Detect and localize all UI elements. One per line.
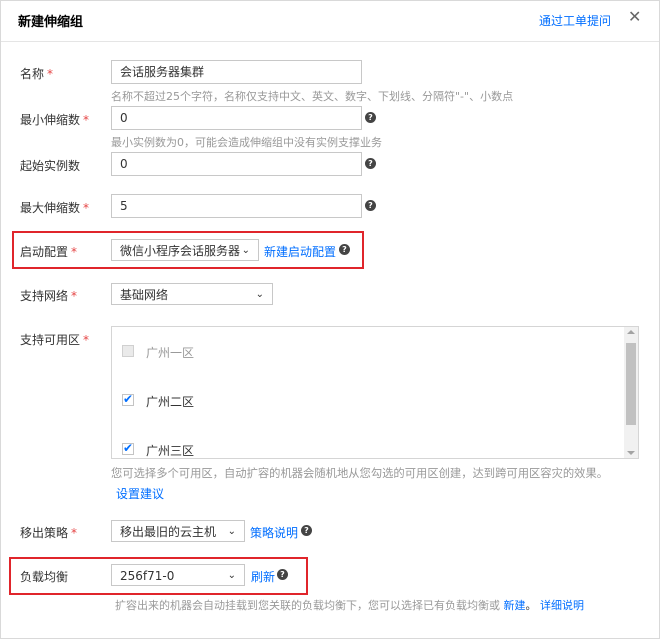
detail-explanation-link[interactable]: 详细说明 xyxy=(540,599,584,612)
required-mark: * xyxy=(71,245,78,259)
dialog-title: 新建伸缩组 xyxy=(18,15,84,30)
question-icon[interactable]: ? xyxy=(339,244,350,255)
network-value: 基础网络 xyxy=(120,288,169,302)
zones-label: 支持可用区 * xyxy=(20,333,90,347)
chevron-down-icon: ⌄ xyxy=(227,570,236,581)
min-size-hint: 最小实例数为0，可能会造成伸缩组中没有实例支撑业务 xyxy=(111,136,382,149)
name-input[interactable]: 会话服务器集群 xyxy=(111,60,362,84)
scroll-down-arrow-icon[interactable] xyxy=(627,451,635,455)
removal-policy-label: 移出策略 * xyxy=(20,526,78,540)
required-mark: * xyxy=(71,526,78,540)
zone-label: 广州二区 xyxy=(146,395,195,409)
required-mark: * xyxy=(71,289,78,303)
new-load-balancer-link[interactable]: 新建 xyxy=(504,599,526,612)
required-mark: * xyxy=(83,113,90,127)
check-icon: ✔ xyxy=(123,392,134,406)
load-balancer-description: 扩容出来的机器会自动挂载到您关联的负载均衡下，您可以选择已有负载均衡或 新建。 … xyxy=(115,599,584,612)
scroll-up-arrow-icon[interactable] xyxy=(627,330,635,334)
zone-list-scrollbar[interactable] xyxy=(624,327,638,458)
network-select[interactable]: 基础网络 ⌄ xyxy=(111,283,273,305)
chevron-down-icon: ⌄ xyxy=(241,245,250,256)
question-icon[interactable]: ? xyxy=(277,569,288,580)
removal-policy-select[interactable]: 移出最旧的云主机 ⌄ xyxy=(111,520,245,542)
name-label: 名称 * xyxy=(20,67,54,81)
question-icon[interactable]: ? xyxy=(301,525,312,536)
load-balancer-value: 256f71-0 xyxy=(120,569,175,583)
close-icon[interactable]: ✕ xyxy=(628,7,641,26)
max-size-label: 最大伸缩数 * xyxy=(20,201,90,215)
removal-policy-value: 移出最旧的云主机 xyxy=(120,525,217,539)
settings-advice-link[interactable]: 设置建议 xyxy=(116,485,164,502)
required-mark: * xyxy=(83,201,90,215)
network-label: 支持网络 * xyxy=(20,289,78,303)
refresh-link[interactable]: 刷新 xyxy=(251,568,275,585)
zone-label: 广州一区 xyxy=(146,346,195,360)
new-launch-config-link[interactable]: 新建启动配置 xyxy=(264,243,336,260)
max-size-input[interactable]: 5 xyxy=(111,194,362,218)
zones-description: 您可选择多个可用区，自动扩容的机器会随机地从您勾选的可用区创建，达到跨可用区容灾… xyxy=(111,467,609,480)
launch-config-value: 微信小程序会话服务器 xyxy=(120,244,241,258)
dialog-header: 新建伸缩组 通过工单提问 ✕ xyxy=(1,1,659,42)
required-mark: * xyxy=(83,333,90,347)
chevron-down-icon: ⌄ xyxy=(255,289,264,300)
zone-checkbox xyxy=(122,345,134,357)
initial-size-label: 起始实例数 xyxy=(20,159,81,173)
check-icon: ✔ xyxy=(123,441,134,455)
ticket-help-link[interactable]: 通过工单提问 xyxy=(539,12,611,29)
launch-config-label: 启动配置 * xyxy=(20,245,78,259)
chevron-down-icon: ⌄ xyxy=(227,526,236,537)
scroll-thumb[interactable] xyxy=(626,343,636,425)
name-hint: 名称不超过25个字符，名称仅支持中文、英文、数字、下划线、分隔符"-"、小数点 xyxy=(111,90,514,103)
zone-checkbox[interactable]: ✔ xyxy=(122,392,134,406)
question-icon[interactable]: ? xyxy=(365,200,376,211)
min-size-input[interactable]: 0 xyxy=(111,106,362,130)
load-balancer-select[interactable]: 256f71-0 ⌄ xyxy=(111,564,245,586)
zone-checkbox[interactable]: ✔ xyxy=(122,441,134,455)
required-mark: * xyxy=(47,67,54,81)
zone-list[interactable]: 广州一区 ✔ 广州二区 ✔ 广州三区 xyxy=(111,326,639,459)
create-scaling-group-dialog: 新建伸缩组 通过工单提问 ✕ 名称 * 会话服务器集群 名称不超过25个字符，名称… xyxy=(0,0,660,639)
launch-config-select[interactable]: 微信小程序会话服务器 ⌄ xyxy=(111,239,259,261)
min-size-label: 最小伸缩数 * xyxy=(20,113,90,127)
zone-label: 广州三区 xyxy=(146,444,195,458)
load-balancer-label: 负载均衡 xyxy=(20,570,69,584)
question-icon[interactable]: ? xyxy=(365,158,376,169)
initial-size-input[interactable]: 0 xyxy=(111,152,362,176)
question-icon[interactable]: ? xyxy=(365,112,376,123)
policy-explanation-link[interactable]: 策略说明 xyxy=(250,524,298,541)
